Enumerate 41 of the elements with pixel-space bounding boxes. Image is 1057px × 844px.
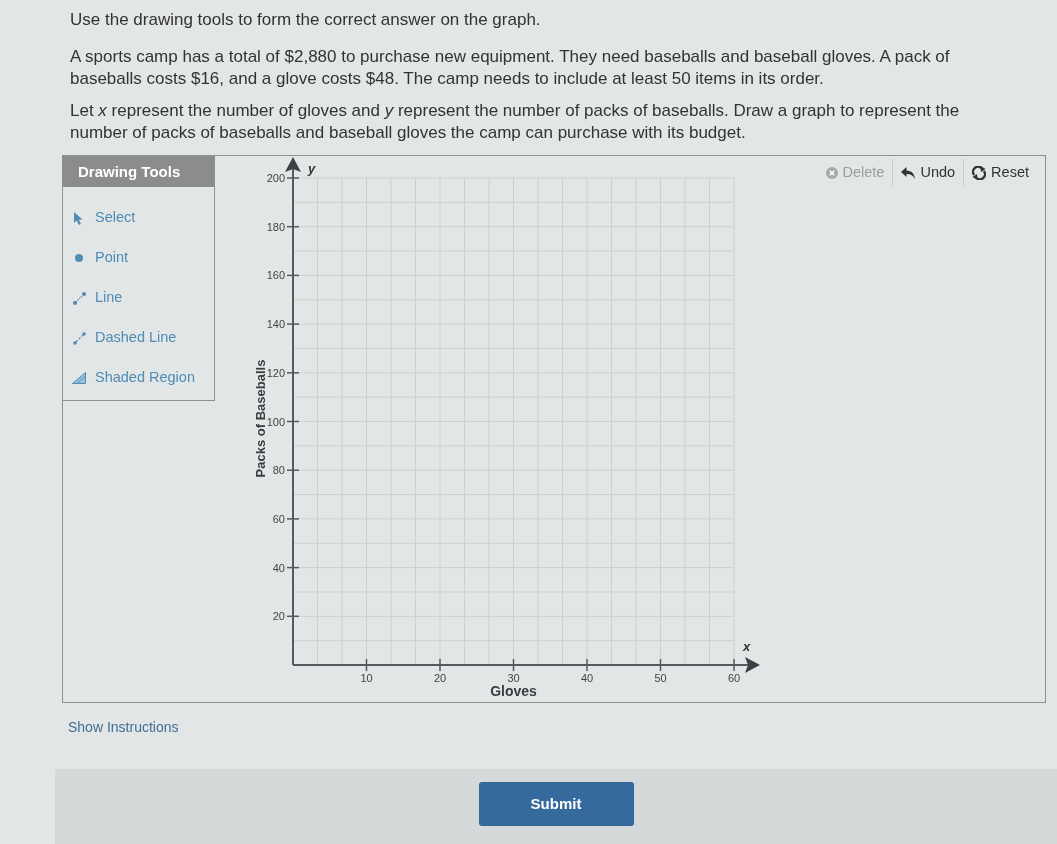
panel-header: Drawing Tools — [63, 156, 214, 187]
reset-icon — [972, 165, 987, 180]
axis-title: Gloves — [490, 683, 537, 699]
axis-title: Packs of Baseballs — [253, 359, 268, 478]
tool-button[interactable]: Shaded Region — [63, 358, 214, 398]
undo-icon — [901, 166, 916, 179]
axis-tick-label: 160 — [266, 269, 285, 282]
shaded-triangle-icon — [72, 372, 86, 384]
tool-button[interactable]: Line — [63, 278, 214, 318]
show-instructions-link[interactable]: Show Instructions — [68, 717, 179, 737]
tool-button[interactable]: Select — [63, 198, 214, 238]
problem-text: A sports camp has a total of $2,880 to purchase new equipment. They need baseballs and baseball gloves. A pack of baseballs costs $16, and a glove costs $48. The camp needs to include at least 50 items in its order. — [70, 46, 951, 90]
submit-button[interactable]: Submit — [478, 782, 634, 826]
pointer-icon — [73, 211, 85, 225]
axis-tick-label: 50 — [654, 672, 667, 684]
close-circle-icon — [825, 166, 838, 179]
axis-tick-label: 40 — [272, 561, 285, 574]
axis-tick-label: 180 — [266, 220, 285, 233]
instruction-text: Use the drawing tools to form the correct answer on the graph. — [70, 9, 542, 31]
undo-button[interactable]: Undo — [892, 159, 964, 187]
dashed-line-icon — [72, 331, 86, 345]
axis-tick-label: 60 — [272, 512, 285, 525]
axis-tick-label: 30 — [507, 672, 520, 684]
axis-tick-label: 100 — [266, 415, 285, 428]
axis-tick-label: 60 — [727, 672, 741, 684]
axis-variable-label: y — [308, 161, 316, 176]
axis-tick-label: 140 — [266, 318, 285, 331]
axis-tick-label: 10 — [360, 672, 373, 684]
axis-tick-label: 80 — [272, 464, 285, 477]
axis-tick-label: 120 — [266, 366, 285, 379]
axis-variable-label: x — [743, 639, 751, 654]
problem-text: Let x represent the number of gloves and y represent the number of packs of baseballs. Draw a graph to represent the number of packs of baseballs and baseball gloves the camp can purchase with its budget. — [70, 100, 961, 144]
axis-tick-label: 200 — [266, 172, 285, 184]
reset-button[interactable]: Reset — [963, 159, 1037, 187]
tool-button[interactable]: Dashed Line — [63, 318, 214, 358]
axis-tick-label: 40 — [580, 672, 594, 684]
line-icon — [72, 291, 86, 305]
axis-tick-label: 20 — [272, 610, 285, 623]
axis-tick-label: 20 — [433, 672, 447, 684]
dot-icon — [75, 254, 83, 262]
tool-button[interactable]: Point — [63, 238, 214, 278]
